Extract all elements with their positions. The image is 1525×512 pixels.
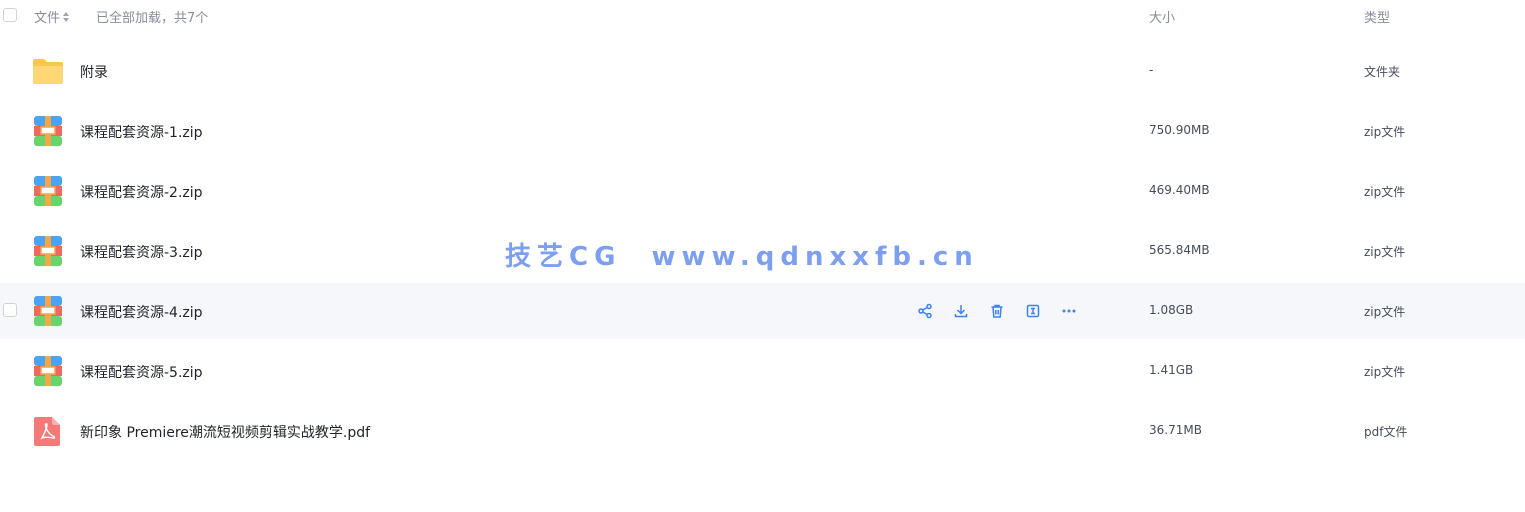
delete-icon[interactable] xyxy=(987,301,1007,321)
file-type: zip文件 xyxy=(1364,305,1406,319)
file-row[interactable]: 新印象 Premiere潮流短视频剪辑实战教学.pdf 36.71MB pdf文… xyxy=(0,403,1525,459)
file-size: 1.08GB xyxy=(1149,303,1194,317)
file-name[interactable]: 课程配套资源-5.zip xyxy=(80,362,203,382)
select-all-checkbox[interactable] xyxy=(3,8,17,22)
column-header-name[interactable]: 文件 xyxy=(34,7,70,26)
file-name[interactable]: 课程配套资源-3.zip xyxy=(80,242,203,262)
file-name[interactable]: 附录 xyxy=(80,62,108,82)
pdf-icon xyxy=(32,416,64,446)
zip-icon xyxy=(32,236,64,266)
share-icon[interactable] xyxy=(915,301,935,321)
column-name-label: 文件 xyxy=(34,11,61,26)
file-size: 750.90MB xyxy=(1149,123,1210,137)
file-size: 469.40MB xyxy=(1149,183,1210,197)
more-icon[interactable] xyxy=(1059,301,1079,321)
file-row[interactable]: 课程配套资源-2.zip 469.40MB zip文件 xyxy=(0,163,1525,219)
file-type: 文件夹 xyxy=(1364,65,1401,79)
file-name[interactable]: 新印象 Premiere潮流短视频剪辑实战教学.pdf xyxy=(80,422,370,442)
file-list-page: 文件 已全部加载，共7个 大小 类型 附录 - 文件夹 课程配套资源-1.zip… xyxy=(0,0,1525,512)
zip-icon xyxy=(32,116,64,146)
zip-icon xyxy=(32,356,64,386)
column-header-type[interactable]: 类型 xyxy=(1364,7,1390,26)
file-type: zip文件 xyxy=(1364,185,1406,199)
file-size: 1.41GB xyxy=(1149,363,1194,377)
file-size: - xyxy=(1149,63,1154,77)
file-type: zip文件 xyxy=(1364,365,1406,379)
zip-icon xyxy=(32,296,64,326)
file-size: 36.71MB xyxy=(1149,423,1202,437)
folder-icon xyxy=(32,56,64,86)
row-checkbox[interactable] xyxy=(3,303,17,317)
download-icon[interactable] xyxy=(951,301,971,321)
loaded-count-text: 已全部加载，共7个 xyxy=(96,11,209,26)
file-type: pdf文件 xyxy=(1364,425,1408,439)
file-row[interactable]: 课程配套资源-1.zip 750.90MB zip文件 xyxy=(0,103,1525,159)
file-type: zip文件 xyxy=(1364,245,1406,259)
file-name[interactable]: 课程配套资源-4.zip xyxy=(80,302,203,322)
zip-icon xyxy=(32,176,64,206)
column-header-size[interactable]: 大小 xyxy=(1149,7,1175,26)
file-row[interactable]: 课程配套资源-4.zip 1.08GB zip文件 xyxy=(0,283,1525,339)
file-size: 565.84MB xyxy=(1149,243,1210,257)
file-name[interactable]: 课程配套资源-2.zip xyxy=(80,182,203,202)
file-name[interactable]: 课程配套资源-1.zip xyxy=(80,122,203,142)
file-list-header: 文件 已全部加载，共7个 大小 类型 xyxy=(0,0,1525,32)
file-type: zip文件 xyxy=(1364,125,1406,139)
rename-icon[interactable] xyxy=(1023,301,1043,321)
watermark-text: 技艺CG www.qdnxxfb.cn xyxy=(505,242,979,272)
sort-icon[interactable] xyxy=(63,11,70,22)
file-row[interactable]: 附录 - 文件夹 xyxy=(0,43,1525,99)
row-actions xyxy=(915,301,1079,321)
file-row[interactable]: 课程配套资源-5.zip 1.41GB zip文件 xyxy=(0,343,1525,399)
